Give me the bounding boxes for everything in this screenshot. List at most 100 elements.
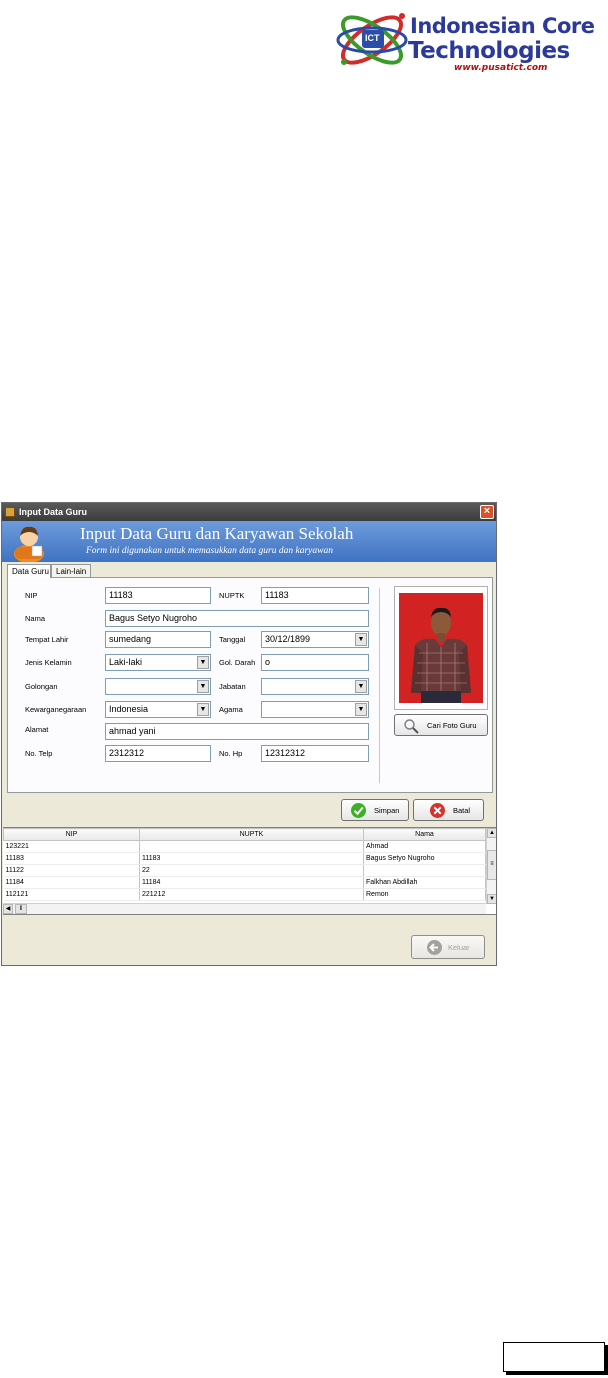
vertical-scrollbar[interactable]: ▲ ≡ ▼ bbox=[486, 828, 496, 904]
scroll-thumb[interactable]: ≡ bbox=[487, 850, 496, 880]
column-header-nama[interactable]: Nama bbox=[363, 828, 486, 841]
chevron-down-icon[interactable]: ▼ bbox=[197, 680, 209, 693]
table-row[interactable]: 123221 Ahmad bbox=[3, 840, 486, 853]
tanggal-value: 30/12/1899 bbox=[265, 634, 311, 644]
cell-nama bbox=[363, 864, 486, 877]
logo-mark-text: ICT bbox=[365, 33, 380, 43]
cell-nuptk bbox=[139, 840, 364, 853]
guru-table: NIP NUPTK Nama 123221 Ahmad 11183 11183 … bbox=[3, 828, 486, 901]
jenis-kelamin-value: Laki-laki bbox=[109, 657, 143, 667]
table-row[interactable]: 11183 11183 Bagus Setyo Nugroho bbox=[3, 852, 486, 865]
kewarganegaraan-value: Indonesia bbox=[109, 704, 149, 714]
nama-input[interactable]: Bagus Setyo Nugroho bbox=[105, 610, 369, 627]
app-book-icon bbox=[5, 507, 15, 517]
table-row[interactable]: 11122 22 bbox=[3, 864, 486, 877]
cell-nuptk: 22 bbox=[139, 864, 364, 877]
cell-nuptk: 11184 bbox=[139, 876, 364, 889]
tab-lain-lain[interactable]: Lain-lain bbox=[51, 564, 91, 577]
nama-label: Nama bbox=[25, 614, 46, 623]
cell-nip: 11184 bbox=[3, 876, 140, 889]
agama-select[interactable]: ▼ bbox=[261, 701, 369, 718]
input-data-guru-window: Input Data Guru × Input Data Guru dan Ka… bbox=[1, 502, 497, 966]
cell-nuptk: 221212 bbox=[139, 888, 364, 901]
simpan-button[interactable]: Simpan bbox=[341, 799, 409, 821]
gol-darah-label: Gol. Darah bbox=[219, 658, 256, 667]
table-header-row: NIP NUPTK Nama bbox=[3, 828, 486, 841]
table-row[interactable]: 112121 221212 Remon bbox=[3, 888, 486, 901]
tempat-lahir-input[interactable]: sumedang bbox=[105, 631, 211, 648]
logo-line-2: Technologies bbox=[408, 38, 570, 64]
column-header-nuptk[interactable]: NUPTK bbox=[139, 828, 364, 841]
tab-data-guru[interactable]: Data Guru bbox=[7, 564, 51, 578]
teacher-person-icon bbox=[14, 526, 44, 562]
logo-line-1: Indonesian Core bbox=[410, 14, 595, 38]
nuptk-input[interactable]: 11183 bbox=[261, 587, 369, 604]
horizontal-scrollbar[interactable]: ◀ ⦀ bbox=[3, 903, 486, 914]
vertical-divider bbox=[379, 588, 380, 783]
jenis-kelamin-label: Jenis Kelamin bbox=[25, 658, 72, 667]
jenis-kelamin-select[interactable]: Laki-laki ▼ bbox=[105, 654, 211, 671]
cell-nip: 11183 bbox=[3, 852, 140, 865]
cell-nip: 112121 bbox=[3, 888, 140, 901]
golongan-label: Golongan bbox=[25, 682, 58, 691]
keluar-label: Keluar bbox=[448, 943, 470, 952]
magnifier-search-icon bbox=[404, 719, 419, 734]
jabatan-label: Jabatan bbox=[219, 682, 246, 691]
scroll-up-arrow-icon[interactable]: ▲ bbox=[487, 828, 496, 838]
tempat-lahir-label: Tempat Lahir bbox=[25, 635, 69, 644]
cell-nama: Ahmad bbox=[363, 840, 486, 853]
alamat-label: Alamat bbox=[25, 725, 49, 734]
agama-label: Agama bbox=[219, 705, 243, 714]
title-bar[interactable]: Input Data Guru × bbox=[2, 503, 496, 521]
chevron-down-icon[interactable]: ▼ bbox=[197, 703, 209, 716]
cell-nama: Falkhan Abdillah bbox=[363, 876, 486, 889]
tanggal-label: Tanggal bbox=[219, 635, 246, 644]
tanggal-datepicker[interactable]: 30/12/1899 ▼ bbox=[261, 631, 369, 648]
cell-nama: Remon bbox=[363, 888, 486, 901]
chevron-down-icon[interactable]: ▼ bbox=[197, 656, 209, 669]
gol-darah-input[interactable]: o bbox=[261, 654, 369, 671]
simpan-label: Simpan bbox=[374, 806, 400, 815]
kewarganegaraan-select[interactable]: Indonesia ▼ bbox=[105, 701, 211, 718]
cell-nuptk: 11183 bbox=[139, 852, 364, 865]
no-hp-label: No. Hp bbox=[219, 749, 243, 758]
chevron-down-icon[interactable]: ▼ bbox=[355, 703, 367, 716]
logo-url: www.pusatict.com bbox=[454, 63, 548, 73]
cell-nip: 123221 bbox=[3, 840, 140, 853]
data-guru-panel: NIP 11183 NUPTK 11183 Nama Bagus Setyo N… bbox=[7, 577, 493, 793]
column-header-nip[interactable]: NIP bbox=[3, 828, 140, 841]
data-guru-grid: NIP NUPTK Nama 123221 Ahmad 11183 11183 … bbox=[3, 827, 496, 915]
jabatan-select[interactable]: ▼ bbox=[261, 678, 369, 695]
kewarganegaraan-label: Kewarganegaraan bbox=[25, 705, 87, 714]
page-number-box bbox=[503, 1342, 605, 1372]
nuptk-label: NUPTK bbox=[219, 591, 245, 600]
horizontal-scroll-thumb[interactable]: ⦀ bbox=[15, 904, 27, 914]
table-row[interactable]: 11184 11184 Falkhan Abdillah bbox=[3, 876, 486, 889]
cell-nip: 11122 bbox=[3, 864, 140, 877]
no-telp-label: No. Telp bbox=[25, 749, 53, 758]
batal-button[interactable]: Batal bbox=[413, 799, 484, 821]
nip-input[interactable]: 11183 bbox=[105, 587, 211, 604]
cancel-x-icon bbox=[430, 803, 445, 818]
photo-frame bbox=[394, 586, 488, 710]
header-banner: Input Data Guru dan Karyawan Sekolah For… bbox=[2, 521, 496, 562]
chevron-down-icon[interactable]: ▼ bbox=[355, 633, 367, 646]
scroll-left-arrow-icon[interactable]: ◀ bbox=[3, 904, 13, 914]
chevron-down-icon[interactable]: ▼ bbox=[355, 680, 367, 693]
close-button[interactable]: × bbox=[480, 505, 494, 519]
no-telp-input[interactable]: 2312312 bbox=[105, 745, 211, 762]
company-logo: ICT Indonesian Core Technologies www.pus… bbox=[334, 0, 604, 80]
window-title: Input Data Guru bbox=[19, 507, 87, 517]
alamat-input[interactable]: ahmad yani bbox=[105, 723, 369, 740]
banner-subtitle: Form ini digunakan untuk memasukkan data… bbox=[86, 546, 333, 556]
golongan-select[interactable]: ▼ bbox=[105, 678, 211, 695]
cell-nama: Bagus Setyo Nugroho bbox=[363, 852, 486, 865]
no-hp-input[interactable]: 12312312 bbox=[261, 745, 369, 762]
cari-foto-guru-button[interactable]: Cari Foto Guru bbox=[394, 714, 488, 736]
batal-label: Batal bbox=[453, 806, 471, 815]
cari-foto-guru-label: Cari Foto Guru bbox=[427, 721, 477, 730]
banner-title: Input Data Guru dan Karyawan Sekolah bbox=[80, 524, 354, 543]
scroll-down-arrow-icon[interactable]: ▼ bbox=[487, 894, 496, 904]
nip-label: NIP bbox=[25, 591, 38, 600]
keluar-button[interactable]: Keluar bbox=[411, 935, 485, 959]
